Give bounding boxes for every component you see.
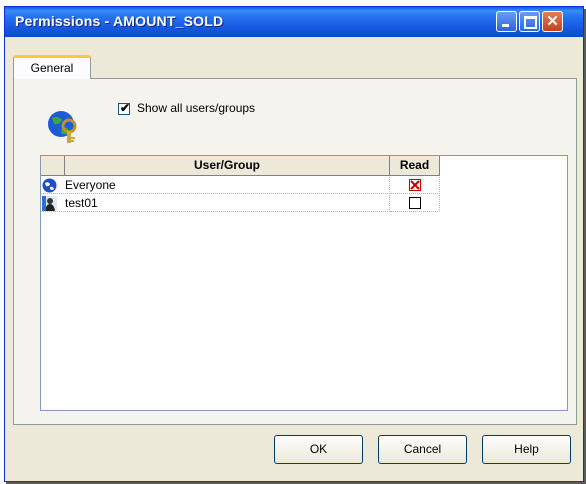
maximize-icon[interactable] xyxy=(519,11,540,32)
read-checkbox-test01[interactable] xyxy=(409,197,421,209)
table-row-everyone[interactable]: Everyone xyxy=(41,177,440,195)
tab-general[interactable]: General xyxy=(13,55,91,79)
show-all-users-checkbox[interactable]: ✔ xyxy=(118,101,131,115)
user-icon xyxy=(42,196,57,211)
window-title: Permissions - AMOUNT_SOLD xyxy=(15,13,224,29)
table-row-test01[interactable]: test01 xyxy=(41,195,440,213)
tab-general-label: General xyxy=(30,61,74,75)
close-icon[interactable]: ✕ xyxy=(542,11,563,32)
globe-key-icon xyxy=(48,111,77,143)
close-glyph: ✕ xyxy=(546,13,559,30)
show-all-users-label: Show all users/groups xyxy=(137,101,256,115)
permissions-grid[interactable]: User/Group Read Everyone test01 xyxy=(40,155,568,411)
user-group-cell[interactable]: Everyone xyxy=(41,177,390,194)
read-check-icon xyxy=(409,179,421,191)
row-selector-header xyxy=(41,156,65,176)
read-cell[interactable] xyxy=(390,195,440,212)
column-header-read[interactable]: Read xyxy=(390,156,440,176)
cancel-button[interactable]: Cancel xyxy=(378,435,467,464)
checkmark-icon: ✔ xyxy=(120,101,131,115)
user-group-cell[interactable]: test01 xyxy=(41,195,390,212)
read-checkbox-everyone[interactable] xyxy=(409,179,421,191)
title-bar[interactable]: Permissions - AMOUNT_SOLD ✕ xyxy=(5,7,583,37)
help-button[interactable]: Help xyxy=(482,435,571,464)
user-group-name: test01 xyxy=(65,196,98,210)
minimize-icon[interactable] xyxy=(496,11,517,32)
group-globe-icon xyxy=(42,178,57,193)
read-cell[interactable] xyxy=(390,177,440,194)
ok-button[interactable]: OK xyxy=(274,435,363,464)
user-group-name: Everyone xyxy=(65,178,116,192)
column-header-user-group[interactable]: User/Group xyxy=(65,156,390,176)
